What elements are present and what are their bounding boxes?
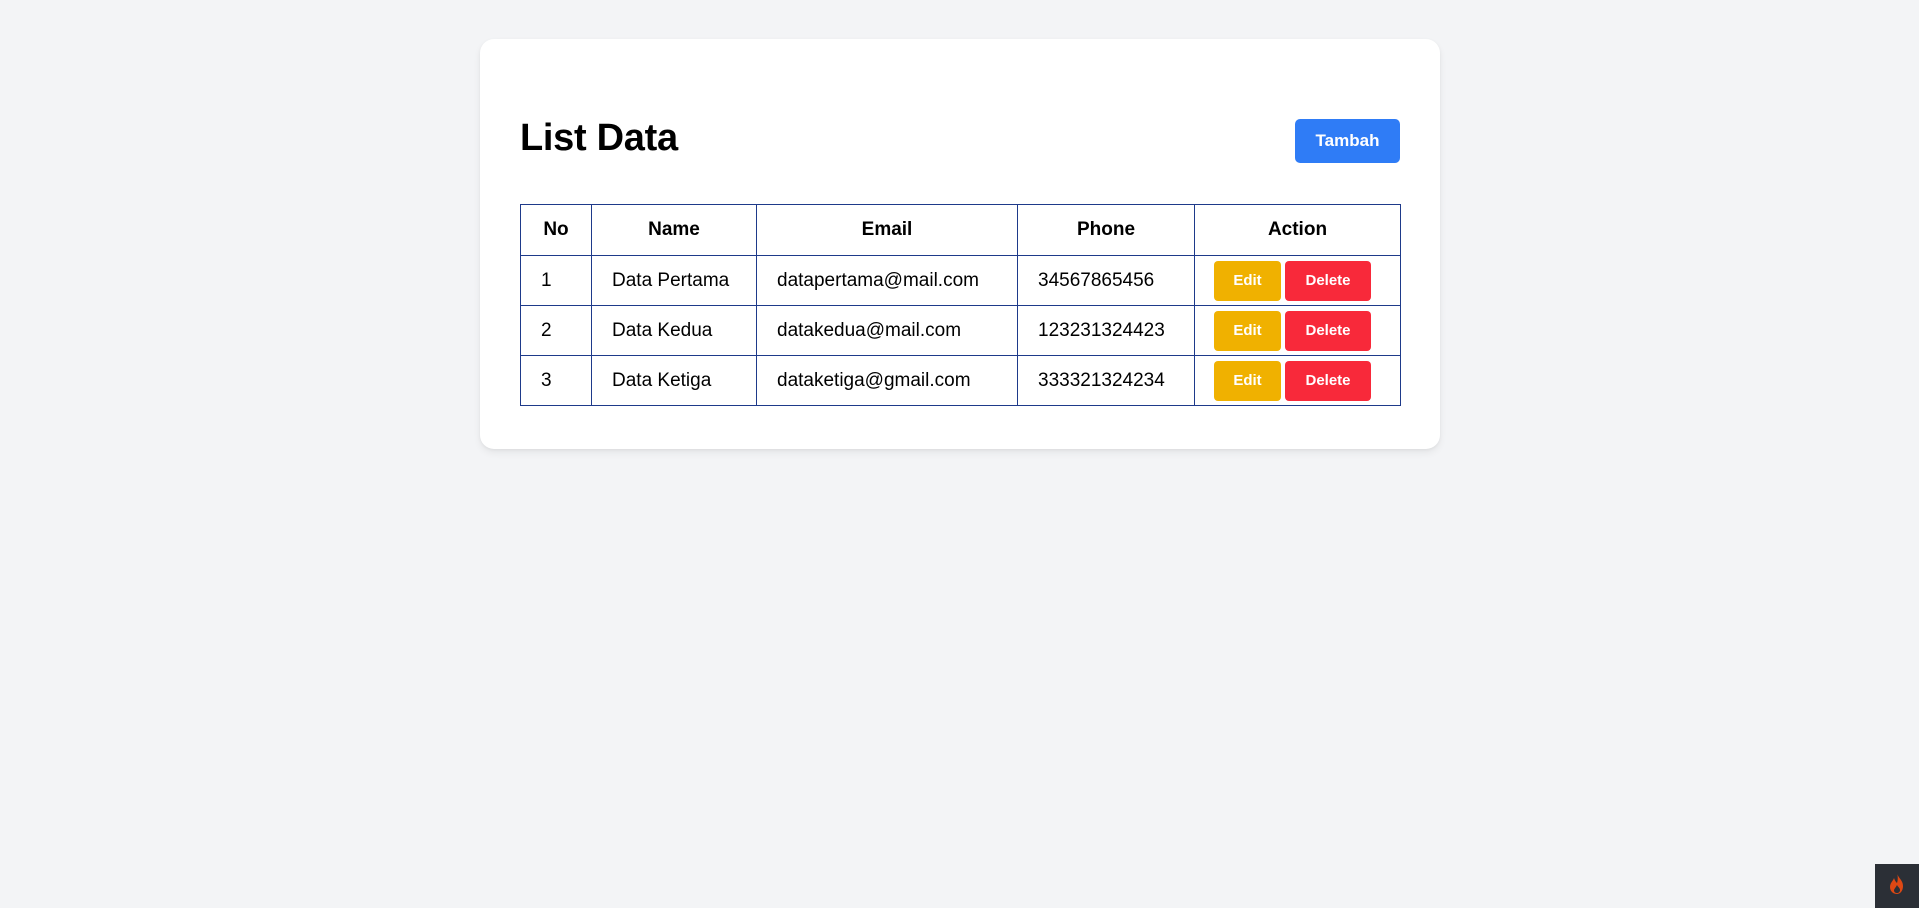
delete-button[interactable]: Delete <box>1285 310 1371 351</box>
cell-no: 2 <box>520 305 592 356</box>
data-table: No Name Email Phone Action 1 Data Pertam… <box>520 204 1401 406</box>
cell-name: Data Ketiga <box>591 355 757 406</box>
column-header-email: Email <box>756 204 1018 256</box>
edit-button[interactable]: Edit <box>1214 260 1281 301</box>
cell-email: datakedua@mail.com <box>756 305 1018 356</box>
edit-button[interactable]: Edit <box>1214 360 1281 401</box>
cell-email: datapertama@mail.com <box>756 255 1018 306</box>
table-header-row: No Name Email Phone Action <box>520 204 1401 256</box>
column-header-no: No <box>520 204 592 256</box>
cell-action: Edit Delete <box>1194 255 1401 306</box>
add-data-button[interactable]: Tambah <box>1295 119 1400 163</box>
column-header-name: Name <box>591 204 757 256</box>
cell-phone: 333321324234 <box>1017 355 1195 406</box>
cell-name: Data Kedua <box>591 305 757 356</box>
page-title: List Data <box>520 117 678 159</box>
cell-action: Edit Delete <box>1194 305 1401 356</box>
cell-name: Data Pertama <box>591 255 757 306</box>
cell-email: dataketiga@gmail.com <box>756 355 1018 406</box>
cell-phone: 34567865456 <box>1017 255 1195 306</box>
column-header-phone: Phone <box>1017 204 1195 256</box>
table-row: 1 Data Pertama datapertama@mail.com 3456… <box>520 255 1401 306</box>
cell-no: 1 <box>520 255 592 306</box>
edit-button[interactable]: Edit <box>1214 310 1281 351</box>
cell-action: Edit Delete <box>1194 355 1401 406</box>
cell-no: 3 <box>520 355 592 406</box>
delete-button[interactable]: Delete <box>1285 260 1371 301</box>
list-card: List Data Tambah No Name Email Phone Act… <box>480 39 1440 449</box>
delete-button[interactable]: Delete <box>1285 360 1371 401</box>
flame-icon <box>1886 872 1908 901</box>
column-header-action: Action <box>1194 204 1401 256</box>
cell-phone: 123231324423 <box>1017 305 1195 356</box>
table-row: 3 Data Ketiga dataketiga@gmail.com 33332… <box>520 355 1401 406</box>
debug-toolbar-badge[interactable] <box>1875 864 1919 908</box>
table-row: 2 Data Kedua datakedua@mail.com 12323132… <box>520 305 1401 356</box>
